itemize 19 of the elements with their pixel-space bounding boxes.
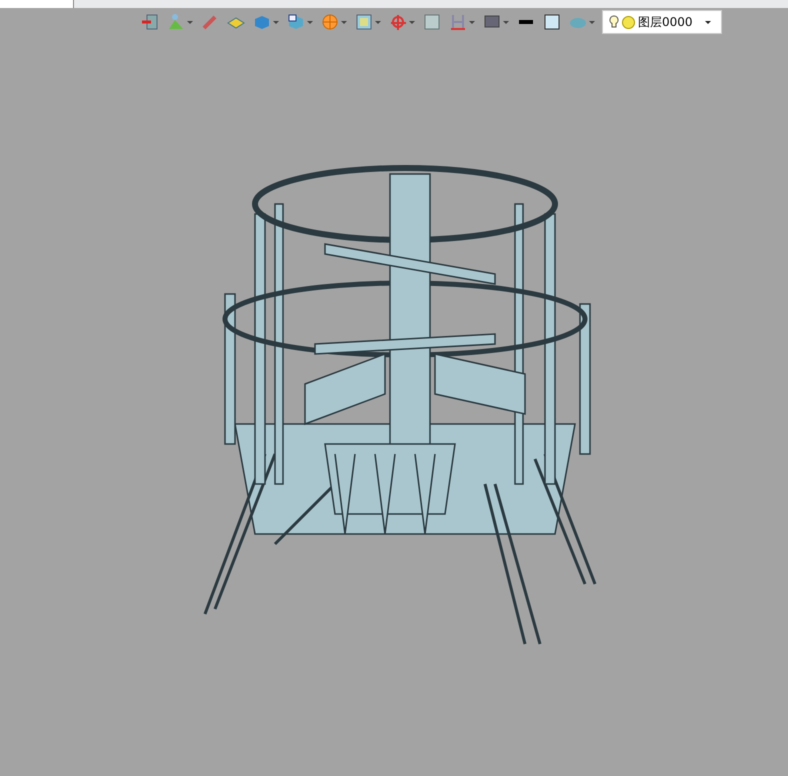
swatch-icon[interactable] — [543, 13, 561, 31]
caret-icon[interactable] — [589, 20, 595, 24]
layer-name: 图层0000 — [638, 14, 694, 30]
exit-icon[interactable] — [141, 13, 159, 31]
caret-icon[interactable] — [375, 20, 381, 24]
caret-icon[interactable] — [273, 20, 279, 24]
caret-icon[interactable] — [503, 20, 509, 24]
image-icon[interactable] — [423, 13, 441, 31]
layer-dropdown[interactable]: 图层0000 — [602, 10, 722, 34]
caret-icon[interactable] — [307, 20, 313, 24]
caret-icon[interactable] — [409, 20, 415, 24]
caret-icon[interactable] — [469, 20, 475, 24]
frame-icon[interactable] — [355, 13, 373, 31]
lightbulb-icon — [609, 14, 619, 30]
screen-cube-icon[interactable] — [287, 13, 305, 31]
dropdown-arrow-icon[interactable] — [705, 20, 711, 24]
status-dot-icon — [622, 16, 635, 28]
caret-icon[interactable] — [341, 20, 347, 24]
caret-icon[interactable] — [187, 20, 193, 24]
